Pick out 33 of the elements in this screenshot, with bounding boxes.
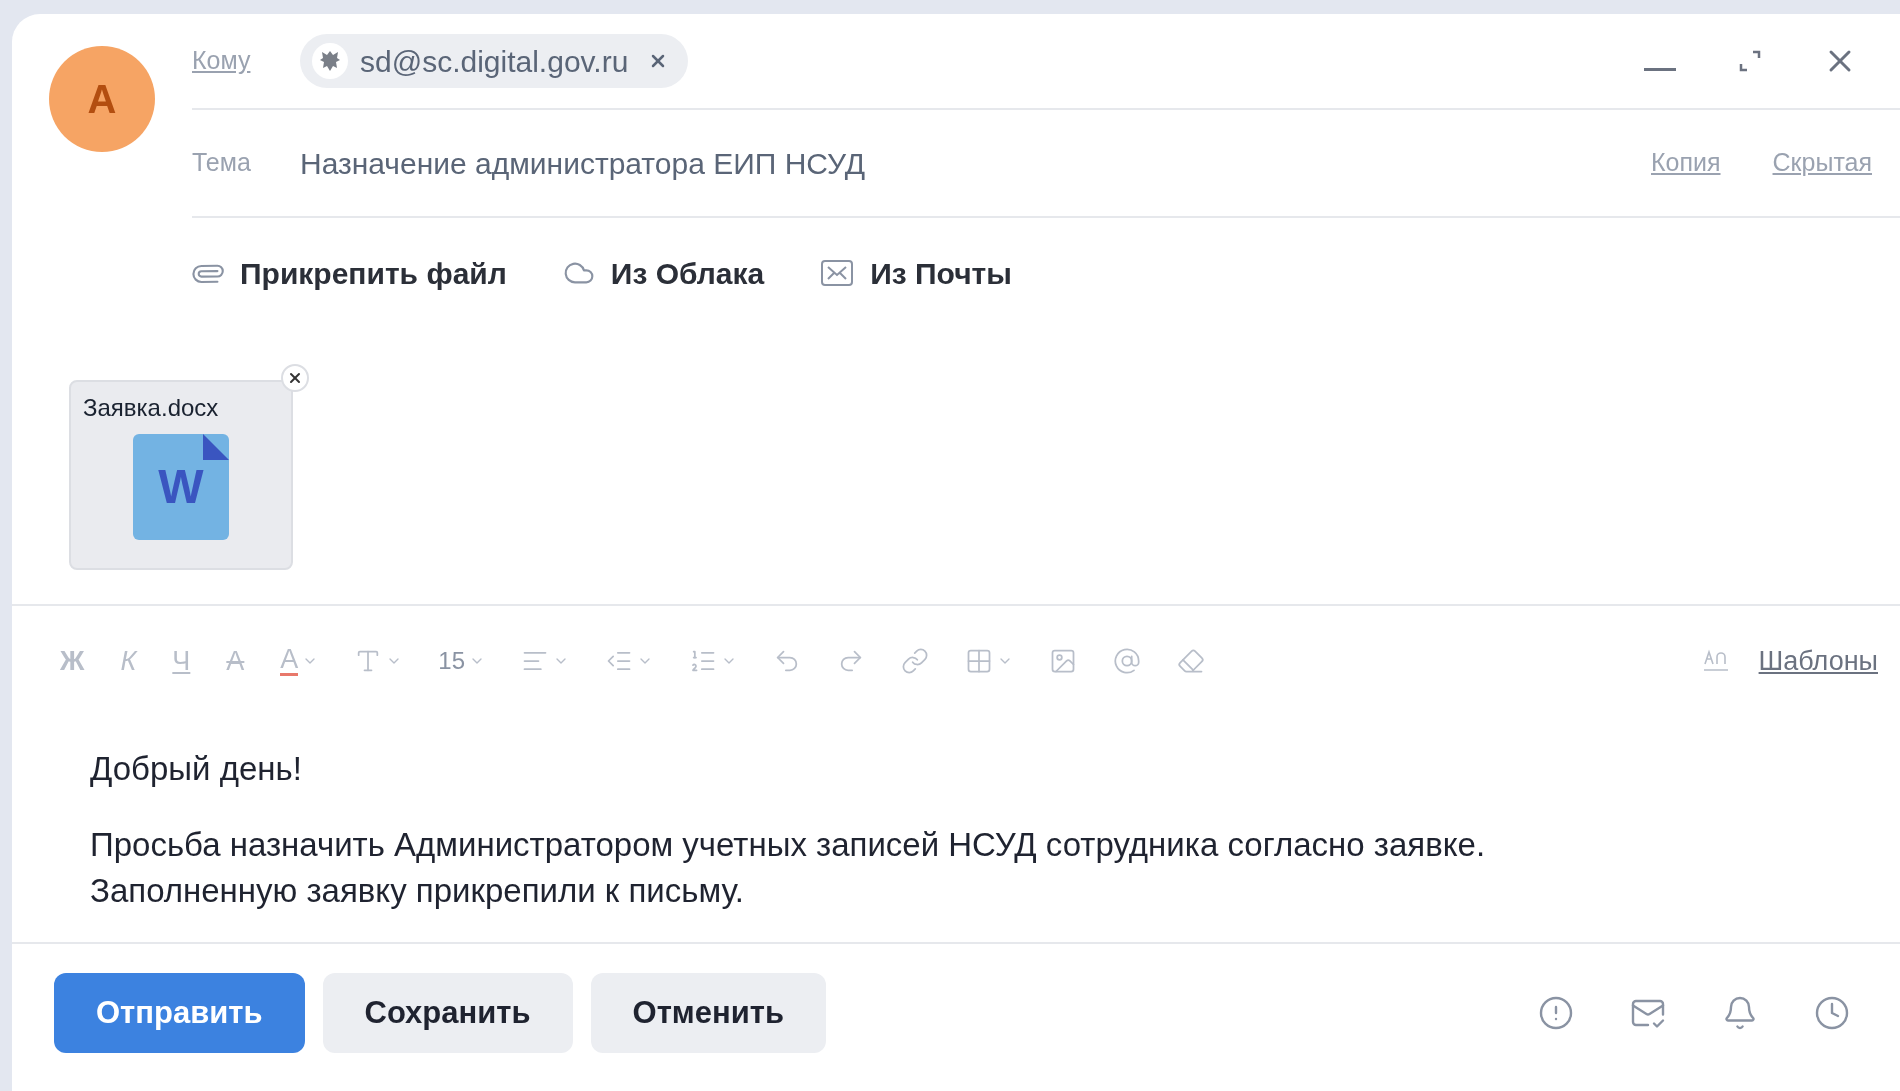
action-button[interactable]: Отменить [590,973,827,1053]
body-text: Заполненную заявку прикрепили к письму. [90,871,745,911]
minimize-icon [1644,67,1676,71]
exclamation-icon[interactable] [1538,995,1574,1031]
subject-label: Тема [192,147,252,179]
remove-attachment-button[interactable] [281,364,309,392]
greeting-text: Добрый день! [90,749,303,789]
attachment-card[interactable]: Заявка.docx W [69,380,293,570]
document-icon: W [133,434,229,540]
emblem-icon [312,43,348,79]
recipient-email: sd@sc.digital.gov.ru [360,43,629,80]
font-size-dropdown[interactable]: 15 [434,641,490,681]
close-icon [287,370,303,386]
attach-action-button[interactable]: Из Почты [820,250,1012,296]
cc-link[interactable]: Скрытая [1772,144,1872,182]
eraser-icon [1177,647,1206,675]
attachment-name: Заявка.docx [82,393,219,423]
action-button[interactable]: Сохранить [322,973,573,1053]
body-text: Просьба назначить Администратором учетных записей НСУД сотрудника согласно заявке. [90,825,1487,865]
to-label[interactable]: Кому [192,42,300,80]
avatar: A [49,46,155,152]
clock-icon[interactable] [1814,995,1850,1031]
attach-action-button[interactable]: Прикрепить файл [192,250,507,296]
recipient-chip[interactable]: sd@sc.digital.gov.ru [300,34,689,88]
envelope-icon [820,258,855,288]
templates-link[interactable]: Шаблоны [1758,640,1878,682]
attach-action-button[interactable]: Из Облака [562,250,765,296]
cc-link[interactable]: Копия [1651,144,1721,182]
link-icon [901,647,930,675]
send-button[interactable]: Отправить [54,973,305,1053]
bell-icon[interactable] [1722,995,1758,1031]
at-sign-icon [1113,647,1142,675]
subject-field[interactable]: Назначение администратора ЕИП НСУД [300,140,1651,186]
